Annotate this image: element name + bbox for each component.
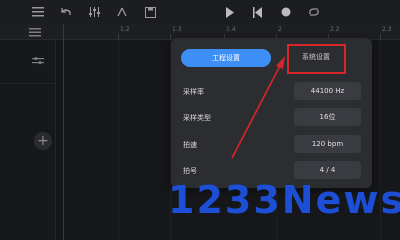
ruler-label: 1.3 — [172, 26, 182, 33]
time-signature-label: 拍号 — [183, 167, 197, 175]
track-list: + — [0, 40, 56, 240]
menu-icon[interactable] — [30, 4, 46, 20]
ruler-label: 2.2 — [330, 26, 340, 33]
playhead[interactable] — [63, 24, 64, 240]
sample-type-field[interactable]: 16位 — [294, 108, 361, 126]
grid-line — [118, 40, 119, 240]
highlight-box — [287, 44, 346, 74]
track-view-icon[interactable] — [28, 26, 42, 38]
ruler-label: 1.2 — [120, 26, 130, 33]
play-icon[interactable] — [222, 4, 238, 20]
ruler-label: 2.3 — [382, 26, 392, 33]
save-icon[interactable] — [142, 4, 158, 20]
tab-project-settings[interactable]: 工程设置 — [181, 49, 271, 67]
track-settings-icon[interactable] — [30, 54, 46, 70]
mixer-icon[interactable] — [86, 4, 102, 20]
sample-rate-field[interactable]: 44100 Hz — [294, 82, 361, 100]
rewind-icon[interactable] — [250, 4, 266, 20]
loop-icon[interactable] — [306, 4, 322, 20]
tempo-field[interactable]: 120 bpm — [294, 135, 361, 153]
settings-dialog: 工程设置 系统设置 采样率 44100 Hz 采样类型 16位 拍速 120 b… — [171, 38, 372, 188]
sample-rate-label: 采样率 — [183, 88, 204, 96]
ruler-label: 2 — [278, 26, 282, 33]
ruler-label: 1.4 — [226, 26, 236, 33]
add-track-button[interactable]: + — [34, 132, 52, 150]
track-row[interactable] — [0, 40, 56, 84]
tempo-label: 拍速 — [183, 141, 197, 149]
sample-type-label: 采样类型 — [183, 114, 211, 122]
tools-icon[interactable] — [114, 4, 130, 20]
watermark-text: 1233News — [168, 178, 400, 222]
undo-icon[interactable] — [58, 4, 74, 20]
record-icon[interactable] — [278, 4, 294, 20]
top-toolbar — [0, 0, 400, 24]
